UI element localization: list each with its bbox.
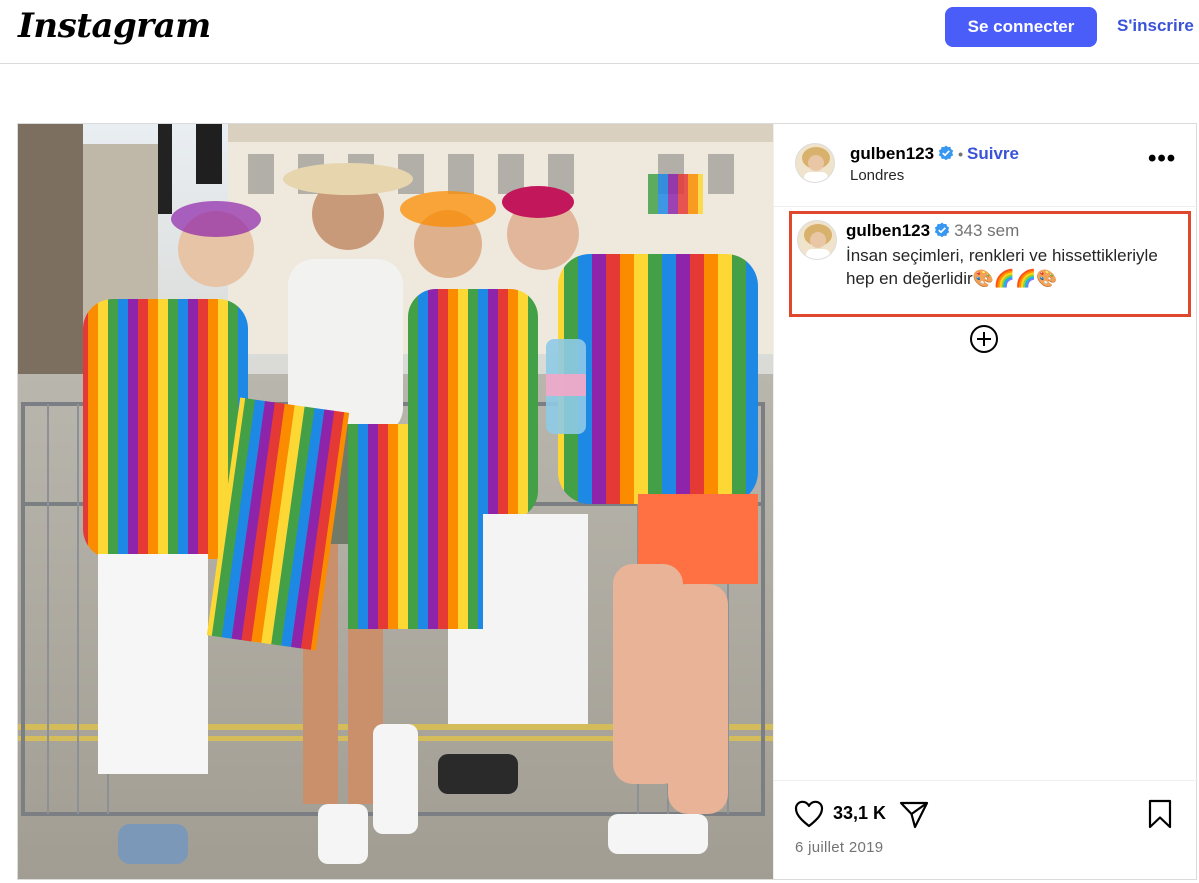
author-avatar[interactable] — [795, 143, 835, 183]
instagram-logo[interactable]: Instagram — [18, 6, 211, 46]
verified-badge-icon — [938, 145, 954, 161]
post-date[interactable]: 6 juillet 2019 — [795, 839, 883, 856]
top-navigation-bar: Instagram Se connecter S'inscrire — [0, 0, 1199, 64]
verified-badge-icon — [934, 222, 950, 238]
more-options-icon[interactable]: ••• — [1148, 147, 1178, 176]
heart-icon[interactable] — [794, 800, 824, 828]
post-location[interactable]: Londres — [850, 167, 904, 184]
post-photo-image — [18, 124, 773, 879]
login-button[interactable]: Se connecter — [945, 7, 1097, 47]
post-card: gulben123 • Suivre Londres ••• gulben123 34… — [17, 123, 1198, 880]
follow-button[interactable]: Suivre — [967, 144, 1019, 163]
caption-time[interactable]: 343 sem — [954, 221, 1019, 240]
post-photo[interactable] — [18, 124, 773, 879]
caption-highlight: gulben123 343 sem İnsan seçimleri, renkle… — [789, 211, 1191, 317]
post-header: gulben123 • Suivre Londres ••• — [774, 124, 1198, 207]
author-username[interactable]: gulben123 — [850, 144, 934, 163]
like-count[interactable]: 33,1 K — [833, 803, 886, 824]
post-sidebar: gulben123 • Suivre Londres ••• gulben123 34… — [773, 124, 1198, 879]
add-comment-icon[interactable] — [969, 324, 999, 354]
caption-avatar[interactable] — [797, 220, 837, 260]
post-actions: 33,1 K 6 juillet 2019 — [774, 780, 1198, 879]
share-icon[interactable] — [899, 800, 929, 830]
caption-text: İnsan seçimleri, renkleri ve hissettikle… — [846, 246, 1158, 288]
signup-link[interactable]: S'inscrire — [1117, 16, 1194, 36]
caption-username[interactable]: gulben123 — [846, 221, 930, 240]
bookmark-icon[interactable] — [1147, 799, 1173, 829]
separator-dot: • — [958, 146, 963, 162]
